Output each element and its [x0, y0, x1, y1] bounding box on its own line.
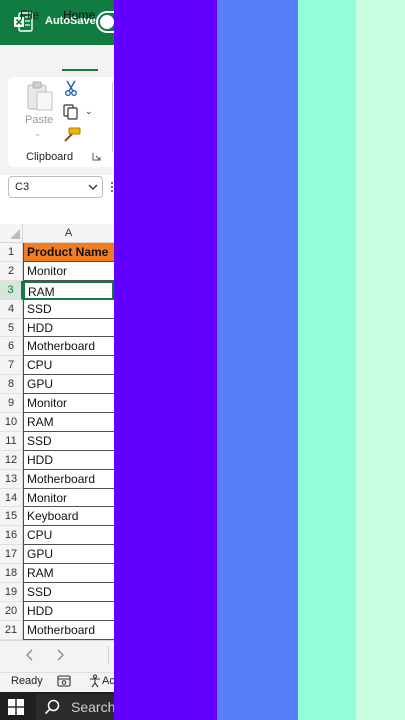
- tab-file[interactable]: File: [20, 8, 39, 22]
- color-stripe-aqua: [298, 0, 356, 720]
- row-header[interactable]: 17: [0, 545, 23, 565]
- table-row: 21 Motherboard: [0, 620, 114, 640]
- row-header[interactable]: 7: [0, 356, 23, 376]
- table-row: 15 Keyboard: [0, 507, 114, 527]
- table-row: 8 GPU: [0, 375, 114, 395]
- table-row: 17 GPU: [0, 545, 114, 565]
- cell[interactable]: HDD: [23, 601, 114, 621]
- cell[interactable]: Motherboard: [23, 469, 114, 489]
- cell[interactable]: GPU: [23, 375, 114, 395]
- sheet-grid: 1 Product Name 2 Monitor 3 RAM 4 SSD 5 HDD 6 Mother…: [0, 243, 114, 640]
- table-row: 16 CPU: [0, 526, 114, 546]
- cell[interactable]: RAM: [23, 564, 114, 584]
- cell[interactable]: Motherboard: [23, 337, 114, 357]
- autosave-toggle[interactable]: [96, 11, 114, 33]
- cut-icon[interactable]: [64, 80, 78, 96]
- cell[interactable]: Keyboard: [23, 507, 114, 527]
- cell[interactable]: SSD: [23, 583, 114, 602]
- row-header[interactable]: 8: [0, 375, 23, 395]
- search-icon: [44, 699, 60, 715]
- table-row: 10 RAM: [0, 413, 114, 432]
- table-row: 18 RAM: [0, 564, 114, 584]
- row-header[interactable]: 11: [0, 431, 23, 451]
- cell[interactable]: Motherboard: [23, 620, 114, 640]
- macro-recorder-icon[interactable]: [57, 675, 71, 687]
- row-header[interactable]: 10: [0, 413, 23, 432]
- table-row: 20 HDD: [0, 601, 114, 621]
- cell[interactable]: CPU: [23, 356, 114, 376]
- windows-start-icon[interactable]: [8, 699, 24, 715]
- format-painter-icon[interactable]: [63, 127, 81, 143]
- color-stripe-violet: [114, 0, 217, 720]
- table-row: 6 Motherboard: [0, 337, 114, 357]
- row-header[interactable]: 5: [0, 318, 23, 338]
- cell[interactable]: HDD: [23, 318, 114, 338]
- row-header[interactable]: 19: [0, 583, 23, 602]
- row-header[interactable]: 1: [0, 243, 23, 262]
- row-header[interactable]: 14: [0, 488, 23, 508]
- copy-dropdown-caret[interactable]: ⌄: [85, 106, 93, 117]
- table-row: 1 Product Name: [0, 243, 114, 262]
- row-header[interactable]: 13: [0, 469, 23, 489]
- accessibility-label[interactable]: Ac: [102, 675, 114, 687]
- table-row: 13 Motherboard: [0, 469, 114, 489]
- cell[interactable]: RAM: [23, 413, 114, 432]
- status-ready: Ready: [11, 675, 43, 687]
- cell[interactable]: GPU: [23, 545, 114, 565]
- row-header[interactable]: 9: [0, 394, 23, 414]
- paste-icon[interactable]: [27, 81, 53, 111]
- copy-icon[interactable]: [63, 104, 79, 120]
- table-row: 4 SSD: [0, 299, 114, 319]
- color-stripe-mint: [356, 0, 405, 720]
- row-header[interactable]: 2: [0, 261, 23, 281]
- row-header[interactable]: 20: [0, 601, 23, 621]
- header-cell[interactable]: Product Name: [23, 243, 114, 262]
- table-row: 5 HDD: [0, 318, 114, 338]
- dialog-launcher-icon[interactable]: [92, 152, 101, 161]
- cell[interactable]: HDD: [23, 450, 114, 470]
- chevron-down-icon[interactable]: [88, 182, 98, 192]
- table-row: 2 Monitor: [0, 261, 114, 281]
- name-box[interactable]: C3: [8, 176, 103, 198]
- sheet-bar-divider: [108, 646, 109, 664]
- cell[interactable]: SSD: [23, 431, 114, 451]
- table-row: 7 CPU: [0, 356, 114, 376]
- cell[interactable]: SSD: [23, 299, 114, 319]
- row-header[interactable]: 16: [0, 526, 23, 546]
- table-row: 9 Monitor: [0, 394, 114, 414]
- table-row: 19 SSD: [0, 583, 114, 602]
- cell[interactable]: RAM: [23, 280, 114, 300]
- clipboard-group-label: Clipboard: [26, 151, 74, 163]
- row-header[interactable]: 15: [0, 507, 23, 527]
- cell[interactable]: CPU: [23, 526, 114, 546]
- active-tab-indicator: [62, 69, 98, 71]
- accessibility-icon[interactable]: [88, 674, 102, 688]
- tab-home[interactable]: Home: [63, 8, 95, 22]
- row-header[interactable]: 6: [0, 337, 23, 357]
- chevron-left-icon[interactable]: [24, 648, 36, 662]
- row-header[interactable]: 3: [0, 280, 23, 300]
- row-header[interactable]: 18: [0, 564, 23, 584]
- table-row: 14 Monitor: [0, 488, 114, 508]
- row-header[interactable]: 21: [0, 620, 23, 640]
- taskbar-search-text: Search: [71, 699, 114, 715]
- chevron-right-icon[interactable]: [54, 648, 66, 662]
- select-all-triangle-icon: [10, 229, 20, 239]
- cell[interactable]: Monitor: [23, 261, 114, 281]
- cell[interactable]: Monitor: [23, 394, 114, 414]
- color-stripe-blue: [217, 0, 298, 720]
- row-header[interactable]: 12: [0, 450, 23, 470]
- column-header-a[interactable]: A: [23, 224, 114, 243]
- excel-window: AutoSave File Home Paste ⌄ ⌄ Clipboard C…: [0, 0, 114, 720]
- table-row: 11 SSD: [0, 431, 114, 451]
- table-row: 12 HDD: [0, 450, 114, 470]
- name-box-value: C3: [15, 181, 30, 193]
- paste-dropdown-caret[interactable]: ⌄: [34, 128, 42, 139]
- cell[interactable]: Monitor: [23, 488, 114, 508]
- table-row: 3 RAM: [0, 280, 114, 300]
- paste-label: Paste: [25, 114, 54, 126]
- row-header[interactable]: 4: [0, 299, 23, 319]
- toggle-knob: [100, 15, 114, 29]
- ribbon-divider: [112, 82, 113, 152]
